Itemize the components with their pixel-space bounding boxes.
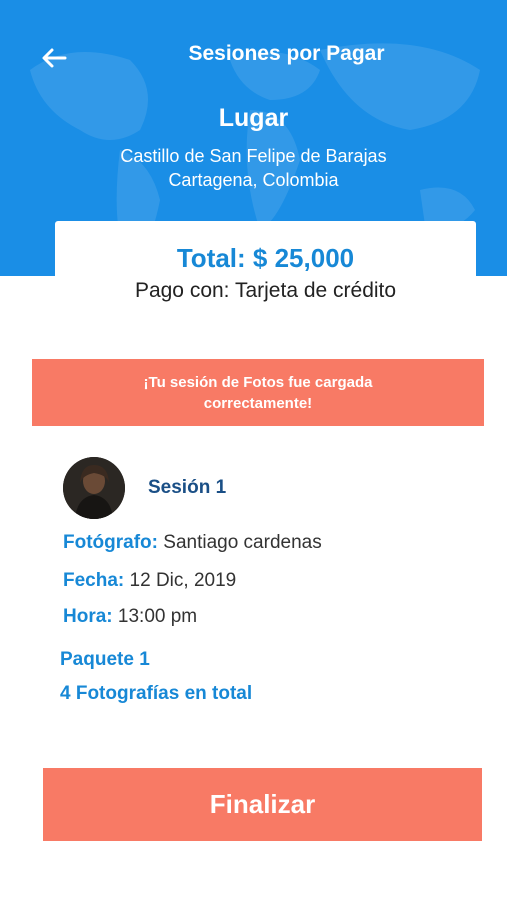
page-title: Sesiones por Pagar bbox=[188, 42, 385, 65]
location-name: Castillo de San Felipe de Barajas bbox=[120, 146, 387, 166]
photos-total: 4 Fotografías en total bbox=[60, 683, 253, 704]
photographer-row: Fotógrafo: Santiago cardenas bbox=[63, 532, 322, 554]
finish-button[interactable]: Finalizar bbox=[43, 768, 482, 841]
package-name: Paquete 1 bbox=[60, 649, 150, 670]
total-amount: Total: $ 25,000 bbox=[176, 243, 355, 273]
payment-method: Pago con: Tarjeta de crédito bbox=[134, 279, 397, 302]
photographer-avatar bbox=[63, 457, 125, 519]
avatar-image bbox=[63, 457, 125, 519]
photographer-label: Fotógrafo: bbox=[63, 532, 158, 553]
payment-summary-card: Total: $ 25,000 Pago con: Tarjeta de cré… bbox=[55, 221, 476, 311]
session-title: Sesión 1 bbox=[148, 477, 227, 498]
alert-line-1: ¡Tu sesión de Fotos fue cargada bbox=[143, 373, 373, 391]
photographer-value: Santiago cardenas bbox=[163, 532, 322, 553]
time-label: Hora: bbox=[63, 606, 113, 627]
time-value: 13:00 pm bbox=[117, 606, 198, 627]
alert-line-2: correctamente! bbox=[203, 394, 313, 412]
date-label: Fecha: bbox=[63, 570, 125, 591]
date-value: 12 Dic, 2019 bbox=[129, 570, 237, 591]
time-row: Hora: 13:00 pm bbox=[63, 606, 197, 628]
success-alert: ¡Tu sesión de Fotos fue cargada correcta… bbox=[32, 359, 484, 426]
date-row: Fecha: 12 Dic, 2019 bbox=[63, 570, 236, 592]
location-label: Lugar bbox=[218, 104, 289, 132]
location-city: Cartagena, Colombia bbox=[168, 170, 339, 190]
